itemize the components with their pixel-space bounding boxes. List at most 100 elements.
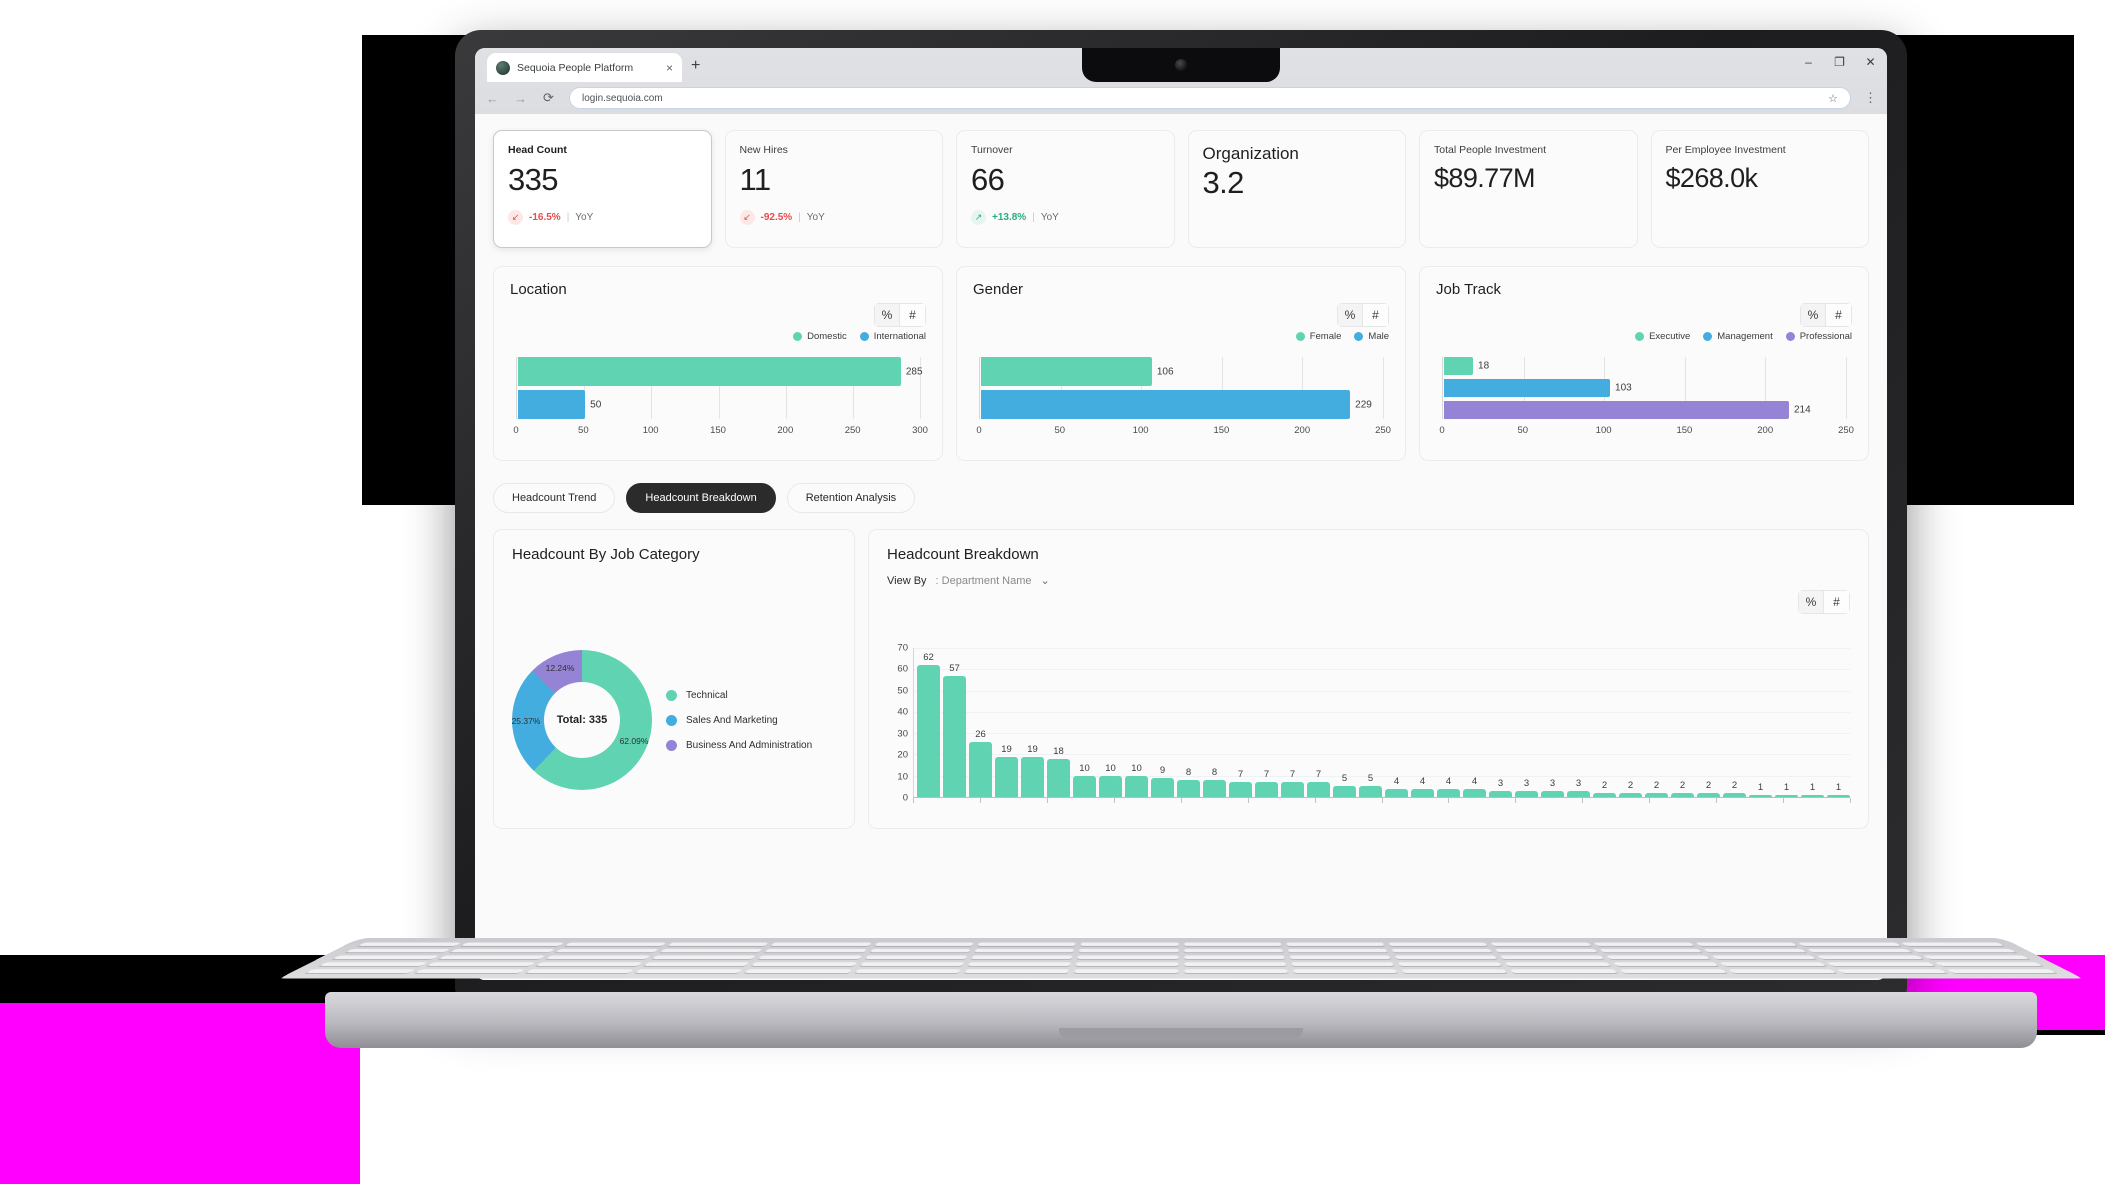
view-tab[interactable]: Retention Analysis [786, 483, 916, 513]
column-bar[interactable] [1619, 792, 1642, 797]
column-bar-group[interactable]: 19 [995, 648, 1018, 797]
column-bar-group[interactable]: 4 [1411, 648, 1434, 797]
column-bar-group[interactable]: 26 [969, 648, 992, 797]
count-toggle-button[interactable]: # [1824, 590, 1850, 614]
column-bar-group[interactable]: 18 [1047, 648, 1070, 797]
legend-item[interactable]: Management [1703, 331, 1773, 342]
view-tab[interactable]: Headcount Trend [493, 483, 616, 513]
chevron-down-icon[interactable]: ⌄ [1041, 574, 1050, 587]
count-toggle-button[interactable]: # [900, 303, 926, 327]
column-bar-group[interactable]: 4 [1385, 648, 1408, 797]
column-bar[interactable] [1385, 788, 1408, 797]
column-bar-group[interactable]: 1 [1749, 648, 1772, 797]
column-bar-group[interactable]: 8 [1203, 648, 1226, 797]
legend-item[interactable]: Female [1295, 331, 1341, 342]
address-bar[interactable]: login.sequoia.com ☆ [569, 87, 1851, 109]
column-bar[interactable] [1463, 788, 1486, 797]
bar[interactable] [981, 390, 1351, 419]
column-bar-group[interactable]: 2 [1619, 648, 1642, 797]
column-bar-group[interactable]: 7 [1281, 648, 1304, 797]
column-bar-group[interactable]: 3 [1567, 648, 1590, 797]
kpi-card[interactable]: Head Count 335 ↙ -16.5% | YoY [493, 130, 712, 248]
maximize-icon[interactable]: ❐ [1833, 55, 1846, 69]
kpi-card[interactable]: Organization 3.2 [1187, 130, 1406, 248]
column-bar-group[interactable]: 8 [1177, 648, 1200, 797]
donut-chart[interactable]: Total: 335 62.09% 25.37% 12.24% [512, 650, 652, 790]
column-bar-group[interactable]: 1 [1827, 648, 1850, 797]
column-bar-group[interactable]: 3 [1489, 648, 1512, 797]
column-bar[interactable] [1801, 794, 1824, 797]
column-bar[interactable] [1437, 788, 1460, 797]
browser-menu-icon[interactable]: ⋮ [1864, 90, 1877, 106]
column-bar-group[interactable]: 1 [1775, 648, 1798, 797]
count-toggle-button[interactable]: # [1363, 303, 1389, 327]
forward-icon[interactable]: → [513, 91, 528, 106]
kpi-card[interactable]: Total People Investment $89.77M [1419, 130, 1638, 248]
donut-legend-item[interactable]: Technical [666, 689, 812, 701]
column-bar-group[interactable]: 2 [1645, 648, 1668, 797]
column-bar-group[interactable]: 1 [1801, 648, 1824, 797]
column-bar-group[interactable]: 19 [1021, 648, 1044, 797]
column-bar[interactable] [1203, 779, 1226, 797]
new-tab-button[interactable]: + [691, 58, 700, 74]
view-tab[interactable]: Headcount Breakdown [626, 483, 776, 513]
kpi-card[interactable]: Per Employee Investment $268.0k [1650, 130, 1869, 248]
bar[interactable] [518, 357, 901, 386]
column-bar[interactable] [1229, 782, 1252, 797]
column-bar-group[interactable]: 2 [1671, 648, 1694, 797]
column-bar[interactable] [1125, 775, 1148, 797]
view-by-control[interactable]: View By : Department Name ⌄ [887, 574, 1850, 589]
column-bar[interactable] [1047, 758, 1070, 797]
reload-icon[interactable]: ⟳ [541, 90, 556, 106]
column-bar-group[interactable]: 57 [943, 648, 966, 797]
column-bar[interactable] [1671, 792, 1694, 797]
percent-toggle-button[interactable]: % [874, 303, 900, 327]
donut-legend-item[interactable]: Business And Administration [666, 739, 812, 751]
legend-item[interactable]: International [859, 331, 926, 342]
column-bar-group[interactable]: 2 [1593, 648, 1616, 797]
column-bar[interactable] [1567, 790, 1590, 797]
bar[interactable] [1444, 357, 1474, 375]
column-bar[interactable] [1151, 777, 1174, 797]
bar[interactable] [1444, 401, 1789, 419]
window-close-icon[interactable]: ✕ [1864, 55, 1877, 69]
legend-item[interactable]: Domestic [793, 331, 847, 342]
bar[interactable] [1444, 379, 1611, 397]
column-bar[interactable] [969, 741, 992, 797]
column-bar[interactable] [1827, 794, 1850, 797]
donut-legend-item[interactable]: Sales And Marketing [666, 714, 812, 726]
column-bar[interactable] [1593, 792, 1616, 797]
legend-item[interactable]: Male [1354, 331, 1389, 342]
column-bar[interactable] [1177, 779, 1200, 797]
column-bar[interactable] [1723, 792, 1746, 797]
bookmark-star-icon[interactable]: ☆ [1828, 92, 1838, 105]
percent-toggle-button[interactable]: % [1798, 590, 1824, 614]
kpi-card[interactable]: Turnover 66 ↗ +13.8% | YoY [956, 130, 1175, 248]
close-icon[interactable]: × [666, 62, 673, 74]
column-bar[interactable] [1021, 756, 1044, 797]
column-bar[interactable] [1697, 792, 1720, 797]
legend-item[interactable]: Professional [1785, 331, 1852, 342]
column-bar-group[interactable]: 9 [1151, 648, 1174, 797]
column-bar[interactable] [1333, 786, 1356, 797]
column-bar[interactable] [1489, 790, 1512, 797]
column-bar-group[interactable]: 7 [1255, 648, 1278, 797]
column-bar[interactable] [917, 665, 940, 797]
kpi-card[interactable]: New Hires 11 ↙ -92.5% | YoY [724, 130, 943, 248]
column-bar[interactable] [1411, 788, 1434, 797]
column-bar[interactable] [1541, 790, 1564, 797]
column-bar-group[interactable]: 10 [1073, 648, 1096, 797]
column-bar-group[interactable]: 3 [1515, 648, 1538, 797]
column-bar-group[interactable]: 4 [1463, 648, 1486, 797]
column-bar[interactable] [1775, 794, 1798, 797]
column-bar-group[interactable]: 4 [1437, 648, 1460, 797]
minimize-icon[interactable]: – [1802, 55, 1815, 69]
bar[interactable] [981, 357, 1152, 386]
column-bar-group[interactable]: 2 [1697, 648, 1720, 797]
column-bar-group[interactable]: 7 [1229, 648, 1252, 797]
browser-tab[interactable]: Sequoia People Platform × [487, 53, 682, 82]
column-bar[interactable] [1307, 782, 1330, 797]
column-bar[interactable] [943, 675, 966, 797]
column-bar-group[interactable]: 10 [1099, 648, 1122, 797]
back-icon[interactable]: ← [485, 91, 500, 106]
